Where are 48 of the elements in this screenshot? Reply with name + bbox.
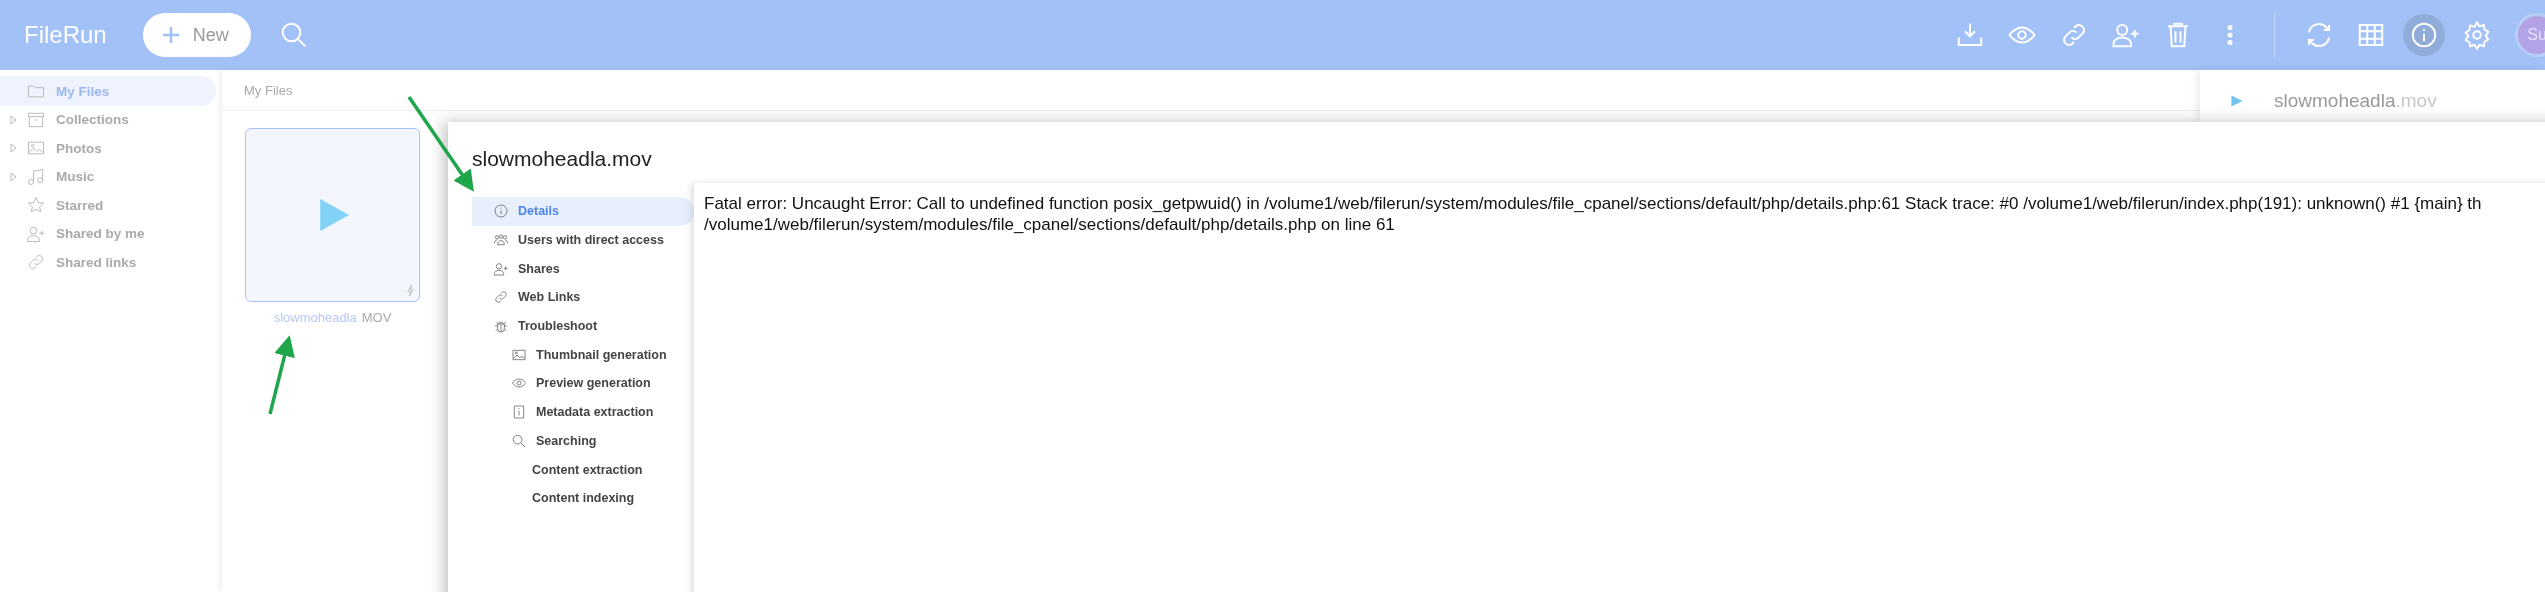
sidebar-item[interactable]: My Files — [0, 76, 216, 106]
expand-caret-icon[interactable] — [8, 171, 18, 182]
expand-caret-icon[interactable] — [8, 143, 18, 153]
bug-icon — [493, 318, 509, 335]
file-name: slowmoheadla — [273, 310, 357, 325]
menu-item[interactable]: Details — [472, 197, 694, 226]
info-icon — [493, 203, 509, 220]
add-user-icon — [493, 260, 509, 277]
star-icon — [26, 195, 46, 215]
sidebar-item[interactable]: Starred — [0, 190, 216, 220]
video-thumbnail[interactable] — [245, 128, 420, 302]
play-icon — [2230, 94, 2244, 108]
menu-item[interactable]: Shares — [472, 254, 694, 284]
new-button[interactable]: New — [142, 13, 251, 57]
menu-item[interactable]: Searching — [472, 426, 694, 456]
sidebar-item[interactable]: Shared links — [0, 247, 216, 277]
sidebar-item[interactable]: Photos — [0, 133, 216, 163]
sidebar-item[interactable]: Shared by me — [0, 218, 216, 249]
error-message: /volume1/web/filerun/system/modules/file_cpanel/sections/default/php/details.php on line 61 — [704, 214, 1396, 235]
music-note-icon — [26, 166, 46, 187]
file-extension: MOV — [361, 310, 392, 325]
link-icon — [26, 252, 46, 272]
menu-item[interactable]: Users with direct access — [472, 225, 694, 255]
expand-caret-icon[interactable] — [8, 114, 18, 125]
menu-item[interactable]: Preview generation — [472, 369, 694, 398]
menu-item[interactable]: Content indexing — [472, 483, 694, 513]
plus-icon — [160, 25, 181, 45]
menu-item[interactable]: Web Links — [472, 283, 694, 312]
info-icon — [511, 404, 527, 421]
sidebar-item[interactable]: Collections — [0, 104, 216, 135]
dialog-title: slowmoheadla.mov — [471, 146, 653, 172]
menu-item[interactable]: Troubleshoot — [472, 311, 694, 341]
settings-icon[interactable] — [2462, 20, 2492, 50]
app-logo: FileRun — [24, 21, 107, 49]
info-button[interactable] — [2403, 14, 2445, 56]
lightning-icon — [406, 284, 415, 297]
user-avatar[interactable]: Su — [2515, 13, 2545, 57]
menu-item[interactable]: Metadata extraction — [472, 397, 694, 427]
menu-item[interactable]: Thumbnail generation — [472, 340, 694, 370]
error-message: Fatal error: Uncaught Error: Call to undefined function posix_getpwuid() in /volume1/web/filerun/system/modules/file_cpanel/sections/default/php/details.php:61 Stack trace: #0 /volume1/web/filerun/index.php(191): unknown() #1 {main} th — [704, 193, 2483, 214]
file-name: slowmoheadla — [2274, 90, 2396, 112]
breadcrumb[interactable]: My Files — [244, 82, 293, 98]
menu-item[interactable]: Content extraction — [472, 455, 694, 484]
sidebar-item[interactable]: Music — [0, 161, 216, 192]
file-extension: .mov — [2395, 90, 2437, 112]
link-icon — [493, 289, 509, 306]
info-icon — [2409, 20, 2439, 50]
search-icon — [511, 432, 527, 449]
